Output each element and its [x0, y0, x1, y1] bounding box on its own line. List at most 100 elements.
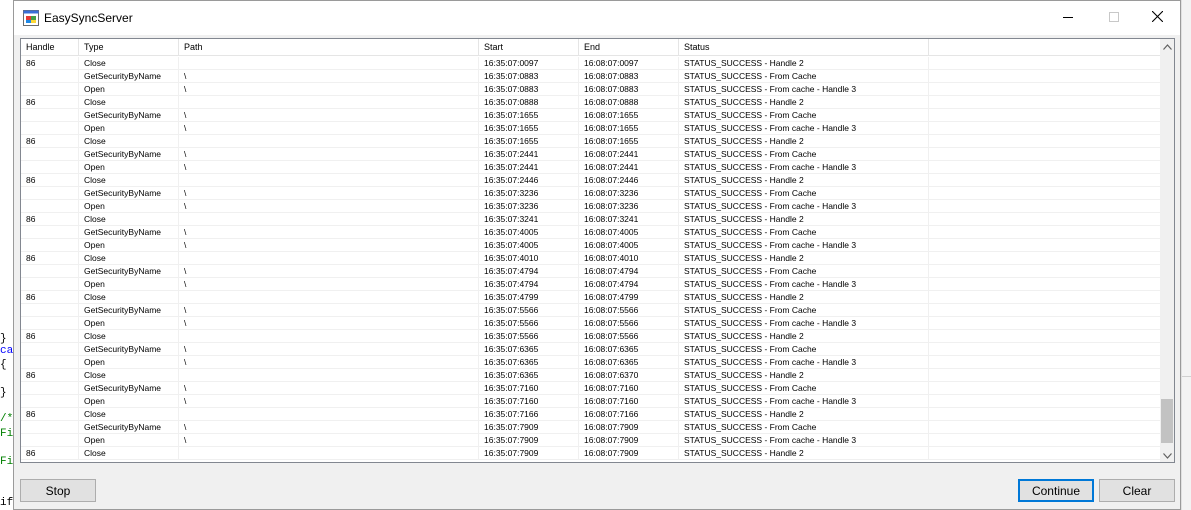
cell-filler	[929, 57, 1160, 70]
column-header-end[interactable]: End	[579, 39, 679, 55]
scroll-down-button[interactable]	[1160, 448, 1174, 462]
cell-path	[179, 57, 479, 70]
cell-end: 16:08:07:5566	[579, 304, 679, 317]
cell-type: GetSecurityByName	[79, 265, 179, 278]
cell-status: STATUS_SUCCESS - From Cache	[679, 226, 929, 239]
cell-status: STATUS_SUCCESS - Handle 2	[679, 369, 929, 382]
table-row[interactable]: Open \ 16:35:07:6365 16:08:07:6365 STATUS_SU…	[21, 356, 1160, 369]
cell-handle	[21, 187, 79, 200]
cell-end: 16:08:07:3236	[579, 187, 679, 200]
table-row[interactable]: 86 Close 16:35:07:0097 16:08:07:0097 STATUS_…	[21, 57, 1160, 70]
cell-start: 16:35:07:6365	[479, 343, 579, 356]
table-row[interactable]: Open \ 16:35:07:3236 16:08:07:3236 STATUS_SU…	[21, 200, 1160, 213]
cell-path: \	[179, 278, 479, 291]
table-row[interactable]: Open \ 16:35:07:4005 16:08:07:4005 STATUS_SU…	[21, 239, 1160, 252]
cell-end: 16:08:07:2441	[579, 148, 679, 161]
column-header-status[interactable]: Status	[679, 39, 929, 55]
log-list-view[interactable]: Handle Type Path Start End Status 86 Clos…	[20, 38, 1175, 463]
cell-end: 16:08:07:4005	[579, 226, 679, 239]
cell-filler	[929, 291, 1160, 304]
table-row[interactable]: GetSecurityByName \ 16:35:07:0883 16:08:07:…	[21, 70, 1160, 83]
cell-path: \	[179, 343, 479, 356]
cell-type: Open	[79, 434, 179, 447]
cell-path: \	[179, 265, 479, 278]
table-row[interactable]: 86 Close 16:35:07:1655 16:08:07:1655 STATUS_…	[21, 135, 1160, 148]
table-row[interactable]: 86 Close 16:35:07:7909 16:08:07:7909 STATUS_…	[21, 447, 1160, 460]
table-row[interactable]: 86 Close 16:35:07:7166 16:08:07:7166 STATUS_…	[21, 408, 1160, 421]
cell-path: \	[179, 317, 479, 330]
table-row[interactable]: GetSecurityByName \ 16:35:07:4005 16:08:07:…	[21, 226, 1160, 239]
continue-button[interactable]: Continue	[1018, 479, 1094, 502]
close-button[interactable]	[1134, 1, 1180, 35]
cell-handle: 86	[21, 252, 79, 265]
cell-handle	[21, 421, 79, 434]
table-row[interactable]: GetSecurityByName \ 16:35:07:5566 16:08:07:…	[21, 304, 1160, 317]
cell-filler	[929, 213, 1160, 226]
table-row[interactable]: GetSecurityByName \ 16:35:07:6365 16:08:07:…	[21, 343, 1160, 356]
column-header-start[interactable]: Start	[479, 39, 579, 55]
cell-handle: 86	[21, 291, 79, 304]
cell-type: Close	[79, 57, 179, 70]
cell-end: 16:08:07:7909	[579, 434, 679, 447]
background-code-line: /*	[0, 413, 14, 425]
cell-start: 16:35:07:1655	[479, 122, 579, 135]
column-header-path[interactable]: Path	[179, 39, 479, 55]
table-row[interactable]: GetSecurityByName \ 16:35:07:3236 16:08:07:…	[21, 187, 1160, 200]
table-row[interactable]: Open \ 16:35:07:4794 16:08:07:4794 STATUS_SU…	[21, 278, 1160, 291]
table-row[interactable]: Open \ 16:35:07:7160 16:08:07:7160 STATUS_SU…	[21, 395, 1160, 408]
clear-button[interactable]: Clear	[1099, 479, 1175, 502]
cell-end: 16:08:07:4010	[579, 252, 679, 265]
table-row[interactable]: GetSecurityByName \ 16:35:07:1655 16:08:07:…	[21, 109, 1160, 122]
cell-status: STATUS_SUCCESS - From cache - Handle 3	[679, 278, 929, 291]
cell-start: 16:35:07:6365	[479, 356, 579, 369]
cell-filler	[929, 330, 1160, 343]
background-code-editor: } ca{}/* Fi Fi if	[0, 0, 14, 510]
cell-start: 16:35:07:7909	[479, 421, 579, 434]
cell-status: STATUS_SUCCESS - From cache - Handle 3	[679, 239, 929, 252]
cell-end: 16:08:07:6365	[579, 356, 679, 369]
scroll-up-button[interactable]	[1160, 39, 1174, 53]
column-header-type[interactable]: Type	[79, 39, 179, 55]
cell-status: STATUS_SUCCESS - From Cache	[679, 343, 929, 356]
table-row[interactable]: 86 Close 16:35:07:0888 16:08:07:0888 STATUS_…	[21, 96, 1160, 109]
table-row[interactable]: GetSecurityByName \ 16:35:07:7909 16:08:07:…	[21, 421, 1160, 434]
table-row[interactable]: Open \ 16:35:07:5566 16:08:07:5566 STATUS_SU…	[21, 317, 1160, 330]
cell-end: 16:08:07:1655	[579, 109, 679, 122]
cell-handle	[21, 265, 79, 278]
cell-filler	[929, 187, 1160, 200]
table-row[interactable]: 86 Close 16:35:07:6365 16:08:07:6370 STATUS_…	[21, 369, 1160, 382]
cell-end: 16:08:07:5566	[579, 317, 679, 330]
scrollbar-thumb[interactable]	[1161, 399, 1173, 443]
table-row[interactable]: 86 Close 16:35:07:3241 16:08:07:3241 STATUS_…	[21, 213, 1160, 226]
cell-type: Open	[79, 239, 179, 252]
stop-button[interactable]: Stop	[20, 479, 96, 502]
table-row[interactable]: Open \ 16:35:07:1655 16:08:07:1655 STATUS_SU…	[21, 122, 1160, 135]
table-row[interactable]: GetSecurityByName \ 16:35:07:7160 16:08:07:…	[21, 382, 1160, 395]
table-row[interactable]: 86 Close 16:35:07:4010 16:08:07:4010 STATUS_…	[21, 252, 1160, 265]
vertical-scrollbar[interactable]	[1160, 39, 1174, 462]
table-row[interactable]: GetSecurityByName \ 16:35:07:2441 16:08:07:…	[21, 148, 1160, 161]
cell-type: Close	[79, 252, 179, 265]
table-row[interactable]: Open \ 16:35:07:7909 16:08:07:7909 STATUS_SU…	[21, 434, 1160, 447]
cell-type: Close	[79, 369, 179, 382]
table-row[interactable]: GetSecurityByName \ 16:35:07:4794 16:08:07:…	[21, 265, 1160, 278]
background-code-line: if	[0, 497, 14, 509]
table-row[interactable]: 86 Close 16:35:07:2446 16:08:07:2446 STATUS_…	[21, 174, 1160, 187]
cell-status: STATUS_SUCCESS - From cache - Handle 3	[679, 83, 929, 96]
cell-status: STATUS_SUCCESS - From Cache	[679, 304, 929, 317]
table-row[interactable]: Open \ 16:35:07:0883 16:08:07:0883 STATUS_SU…	[21, 83, 1160, 96]
minimize-icon	[1063, 9, 1073, 27]
cell-start: 16:35:07:1655	[479, 135, 579, 148]
cell-filler	[929, 395, 1160, 408]
table-row[interactable]: 86 Close 16:35:07:5566 16:08:07:5566 STATUS_…	[21, 330, 1160, 343]
table-row[interactable]: Open \ 16:35:07:2441 16:08:07:2441 STATUS_SU…	[21, 161, 1160, 174]
cell-type: Close	[79, 291, 179, 304]
cell-status: STATUS_SUCCESS - Handle 2	[679, 330, 929, 343]
maximize-button[interactable]	[1091, 1, 1137, 35]
column-header-handle[interactable]: Handle	[21, 39, 79, 55]
table-row[interactable]: 86 Close 16:35:07:4799 16:08:07:4799 STATUS_…	[21, 291, 1160, 304]
cell-end: 16:08:07:1655	[579, 135, 679, 148]
minimize-button[interactable]	[1045, 1, 1091, 35]
cell-path: \	[179, 356, 479, 369]
cell-filler	[929, 135, 1160, 148]
